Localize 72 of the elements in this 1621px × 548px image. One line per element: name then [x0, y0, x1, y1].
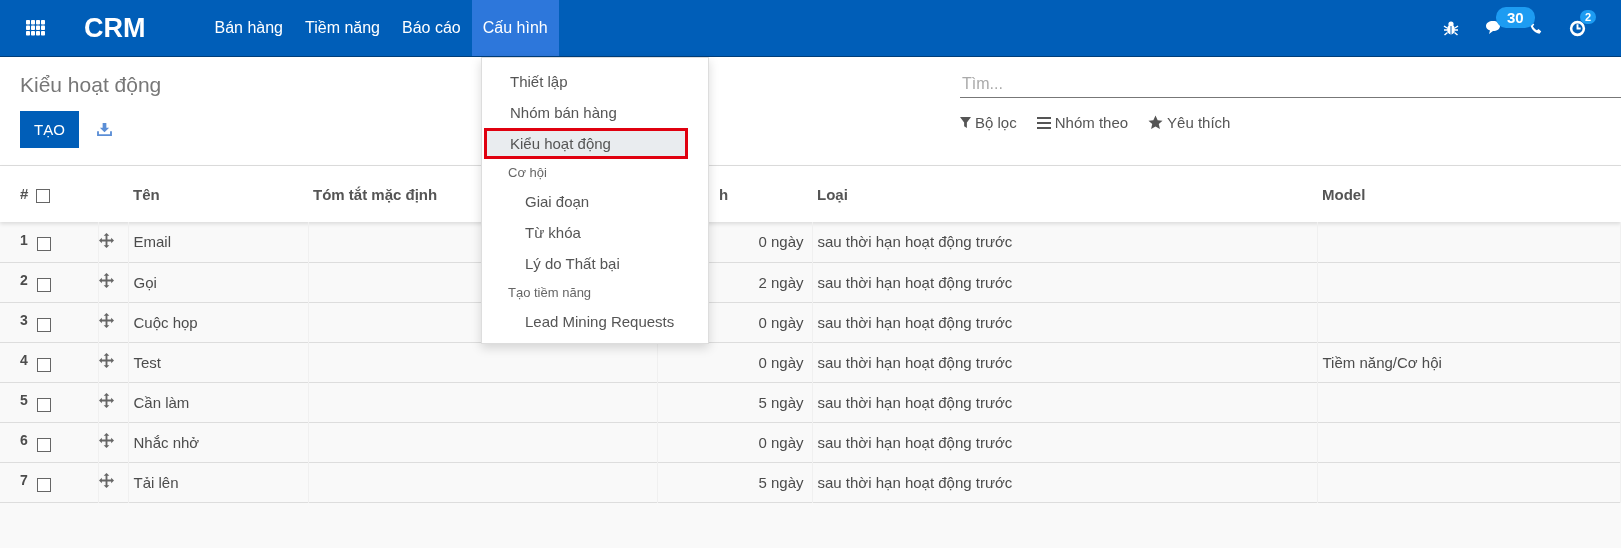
- drag-handle-icon[interactable]: [98, 433, 114, 448]
- row-checkbox[interactable]: [36, 357, 51, 372]
- menu-item[interactable]: Tiềm năng: [294, 0, 391, 56]
- menu-item[interactable]: Cấu hình: [471, 0, 559, 56]
- filter-option[interactable]: Yêu thích: [1148, 114, 1231, 131]
- menu-item[interactable]: Báo cáo: [391, 0, 472, 56]
- dropdown-item[interactable]: Kiểu hoạt động: [484, 128, 688, 159]
- table-cell: sau thời hạn hoạt động trước: [812, 222, 1317, 262]
- row-number: 2: [20, 272, 28, 289]
- table-cell: Email: [128, 222, 308, 262]
- page-title: Kiểu hoạt động: [20, 73, 162, 97]
- menu-section-header: Cơ hội: [507, 164, 548, 182]
- table-cell: sau thời hạn hoạt động trước: [812, 462, 1317, 502]
- dropdown-item[interactable]: Thiết lập: [484, 66, 706, 97]
- table-cell: 5 ngày: [657, 462, 812, 502]
- row-checkbox[interactable]: [36, 277, 51, 292]
- table-cell: Gọi: [128, 262, 308, 302]
- table-cell: 0 ngày: [657, 422, 812, 462]
- table-cell: Cuộc họp: [128, 302, 308, 342]
- filter-option[interactable]: Nhóm theo: [1036, 114, 1129, 131]
- row-number: 4: [20, 352, 28, 369]
- apps-grid-icon[interactable]: [26, 20, 46, 36]
- create-button[interactable]: TẠO: [20, 111, 79, 148]
- row-number: 7: [20, 472, 28, 489]
- select-all-checkbox[interactable]: [36, 188, 51, 203]
- chat-icon[interactable]: [1485, 20, 1503, 36]
- star-icon: [1148, 115, 1164, 130]
- activity-count-badge: 2: [1580, 9, 1597, 24]
- menu-item[interactable]: Bán hàng: [203, 0, 294, 56]
- message-count-badge: 30: [1496, 7, 1535, 28]
- table-cell: sau thời hạn hoạt động trước: [812, 262, 1317, 302]
- list-icon: [1036, 116, 1051, 129]
- column-header[interactable]: Loại: [812, 166, 1317, 222]
- row-checkbox[interactable]: [36, 397, 51, 412]
- table-cell: Test: [128, 342, 308, 382]
- drag-handle-icon[interactable]: [98, 353, 114, 368]
- row-checkbox[interactable]: [36, 477, 51, 492]
- table-cell: sau thời hạn hoạt động trước: [812, 382, 1317, 422]
- table-cell: sau thời hạn hoạt động trước: [812, 302, 1317, 342]
- table-cell: Cần làm: [128, 382, 308, 422]
- dropdown-item[interactable]: Giai đoạn: [484, 186, 706, 217]
- drag-handle-icon[interactable]: [98, 313, 114, 328]
- filter-option[interactable]: Bộ lọc: [960, 114, 1017, 131]
- row-number: 1: [20, 232, 28, 249]
- row-checkbox[interactable]: [36, 317, 51, 332]
- column-header[interactable]: h: [719, 185, 729, 203]
- row-checkbox[interactable]: [36, 437, 51, 452]
- app-name: CRM: [84, 12, 146, 44]
- row-number: 5: [20, 392, 28, 409]
- filter-icon: [960, 116, 971, 129]
- column-header: #: [20, 185, 29, 203]
- row-number: 6: [20, 432, 28, 449]
- row-number: 3: [20, 312, 28, 329]
- table-cell: Tiềm năng/Cơ hội: [1317, 342, 1621, 382]
- drag-handle-icon[interactable]: [98, 473, 114, 488]
- column-header[interactable]: Tên: [128, 166, 308, 222]
- menu-section-header: Tạo tiềm năng: [507, 284, 593, 302]
- download-icon[interactable]: [96, 123, 112, 136]
- table-cell: Tải lên: [128, 462, 308, 502]
- drag-handle-icon[interactable]: [98, 232, 114, 248]
- column-header[interactable]: Model: [1317, 166, 1621, 222]
- table-cell: sau thời hạn hoạt động trước: [812, 422, 1317, 462]
- phone-icon[interactable]: [1529, 21, 1543, 35]
- bug-icon[interactable]: [1443, 20, 1459, 36]
- table-cell: Nhắc nhở: [128, 422, 308, 462]
- table-cell: 5 ngày: [657, 382, 812, 422]
- drag-handle-icon[interactable]: [98, 273, 114, 288]
- dropdown-item[interactable]: Nhóm bán hàng: [484, 97, 706, 128]
- row-checkbox[interactable]: [36, 237, 51, 252]
- drag-handle-icon[interactable]: [98, 393, 114, 408]
- table-cell: sau thời hạn hoạt động trước: [812, 342, 1317, 382]
- clock-icon[interactable]: [1569, 19, 1586, 37]
